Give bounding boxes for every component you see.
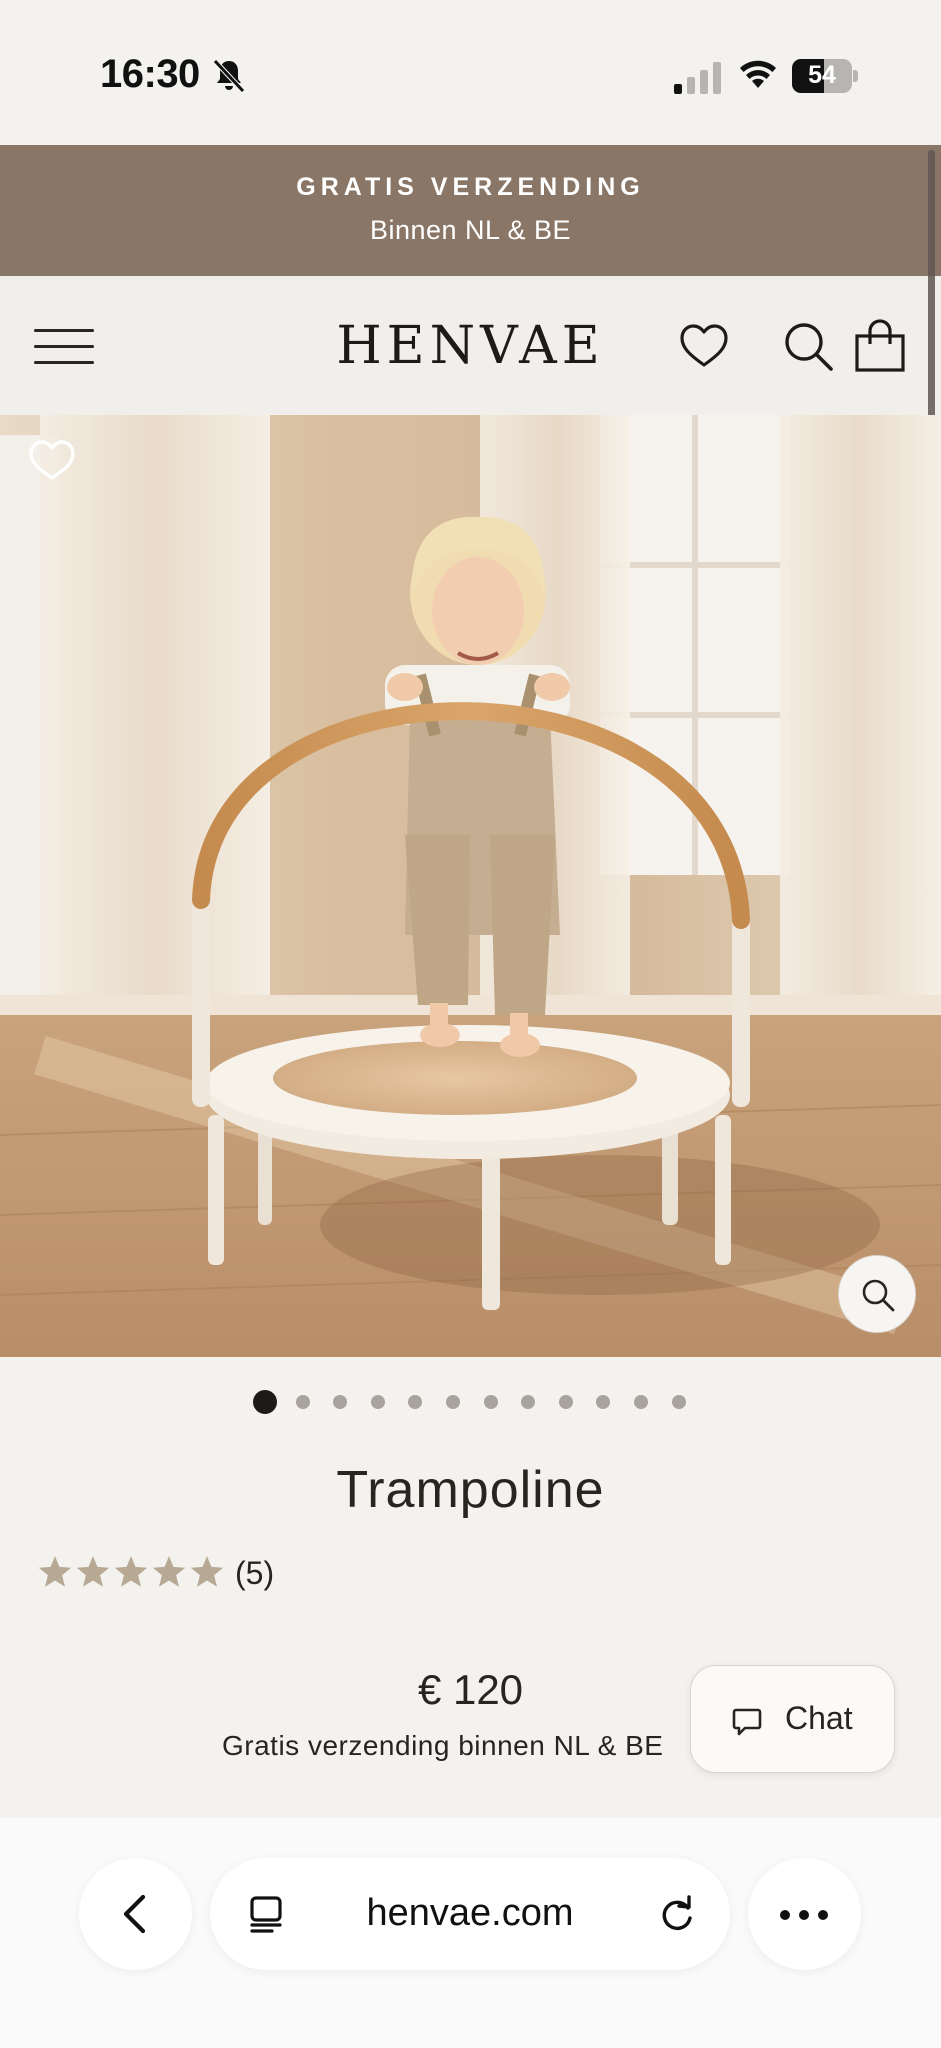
battery-icon: 54 bbox=[792, 59, 858, 93]
announcement-bar: GRATIS VERZENDING Binnen NL & BE bbox=[0, 145, 941, 276]
search-icon[interactable] bbox=[780, 318, 836, 374]
more-icon bbox=[780, 1910, 790, 1920]
wifi-icon bbox=[740, 60, 776, 88]
gallery-dot[interactable] bbox=[333, 1395, 348, 1409]
zoom-button[interactable] bbox=[838, 1255, 916, 1333]
chat-button[interactable]: Chat bbox=[690, 1665, 895, 1773]
gallery-dot[interactable] bbox=[295, 1395, 310, 1409]
star-icon bbox=[38, 1556, 72, 1587]
reload-icon[interactable] bbox=[657, 1894, 697, 1934]
signal-icon bbox=[674, 62, 721, 94]
chat-label: Chat bbox=[785, 1700, 853, 1736]
star-icon bbox=[190, 1556, 224, 1587]
product-photo bbox=[0, 415, 941, 1357]
gallery-dot[interactable] bbox=[408, 1395, 423, 1409]
gallery-dot[interactable] bbox=[634, 1395, 648, 1409]
back-chevron-icon bbox=[123, 1894, 146, 1934]
product-image[interactable] bbox=[0, 415, 941, 1357]
shopping-bag-icon[interactable] bbox=[852, 318, 908, 374]
status-time: 16:30 bbox=[100, 52, 200, 96]
bell-slash-icon bbox=[213, 59, 245, 93]
chat-bubble-icon bbox=[732, 1708, 762, 1736]
star-icon bbox=[76, 1556, 110, 1587]
gallery-dot[interactable] bbox=[446, 1395, 460, 1409]
battery-level: 54 bbox=[808, 61, 836, 89]
gallery-dot[interactable] bbox=[596, 1395, 611, 1409]
gallery-dot[interactable] bbox=[671, 1395, 686, 1409]
shipping-note: Gratis verzending binnen NL & BE bbox=[222, 1730, 664, 1761]
heart-icon[interactable] bbox=[676, 318, 732, 374]
gallery-pagination bbox=[0, 1390, 941, 1414]
gallery-dot[interactable] bbox=[370, 1395, 385, 1409]
product-title: Trampoline bbox=[336, 1461, 605, 1519]
address-bar[interactable]: henvae.com bbox=[210, 1858, 730, 1970]
back-button[interactable] bbox=[79, 1858, 192, 1970]
status-bar: 16:30 54 bbox=[0, 0, 941, 145]
star-icon bbox=[114, 1556, 148, 1587]
announcement-title: GRATIS VERZENDING bbox=[296, 173, 645, 201]
star-icon bbox=[152, 1556, 186, 1587]
gallery-dot[interactable] bbox=[558, 1395, 573, 1409]
heart-outline-icon[interactable] bbox=[26, 436, 78, 484]
zoom-icon bbox=[862, 1279, 895, 1312]
more-button[interactable] bbox=[748, 1858, 861, 1970]
rating-count: (5) bbox=[235, 1555, 275, 1591]
gallery-dot[interactable] bbox=[521, 1395, 536, 1409]
gallery-dot[interactable] bbox=[253, 1390, 277, 1414]
site-header: HENVAE bbox=[0, 276, 941, 415]
gallery-dot[interactable] bbox=[483, 1395, 498, 1409]
announcement-subtitle: Binnen NL & BE bbox=[369, 215, 572, 245]
rating-stars bbox=[38, 1556, 224, 1587]
url-text: henvae.com bbox=[366, 1892, 574, 1934]
